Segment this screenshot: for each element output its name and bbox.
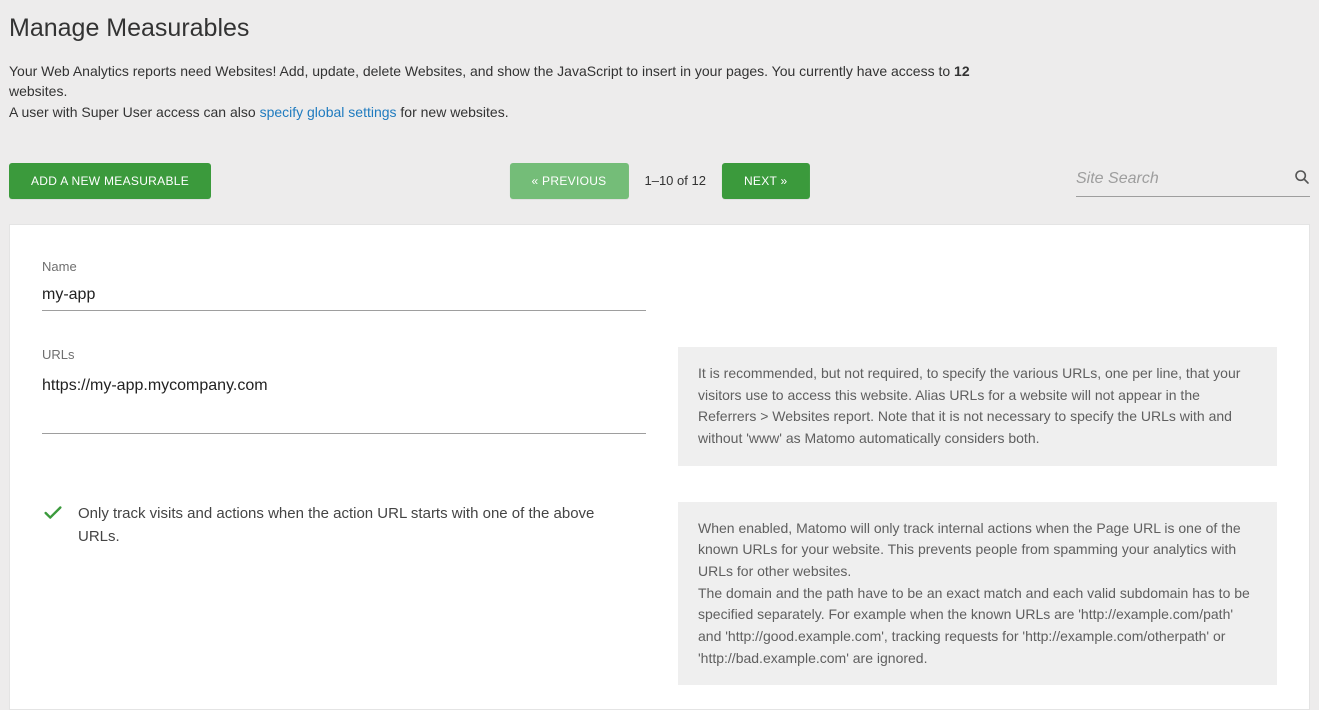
add-measurable-button[interactable]: ADD A NEW MEASURABLE <box>9 163 211 199</box>
only-track-hint: When enabled, Matomo will only track int… <box>678 502 1277 686</box>
previous-button[interactable]: « PREVIOUS <box>509 163 628 199</box>
global-settings-link[interactable]: specify global settings <box>260 104 397 120</box>
name-input[interactable] <box>42 282 646 311</box>
intro-line2-pre: A user with Super User access can also <box>9 104 260 120</box>
checkmark-icon[interactable] <box>42 502 64 529</box>
intro-text: Your Web Analytics reports need Websites… <box>9 61 1009 162</box>
name-label: Name <box>42 259 646 274</box>
urls-input[interactable] <box>42 370 646 434</box>
urls-hint: It is recommended, but not required, to … <box>678 347 1277 466</box>
only-track-label[interactable]: Only track visits and actions when the a… <box>78 502 638 549</box>
page-title: Manage Measurables <box>9 0 1310 61</box>
urls-label: URLs <box>42 347 646 362</box>
measurable-card: Name URLs It is recommended, but not req… <box>9 224 1310 710</box>
website-count: 12 <box>954 63 970 79</box>
intro-post: websites. <box>9 83 67 99</box>
intro-line2-post: for new websites. <box>397 104 509 120</box>
search-icon[interactable] <box>1294 169 1310 190</box>
pager: « PREVIOUS 1–10 of 12 NEXT » <box>509 163 809 199</box>
intro-pre: Your Web Analytics reports need Websites… <box>9 63 954 79</box>
page-position: 1–10 of 12 <box>644 173 705 188</box>
site-search[interactable] <box>1076 165 1310 197</box>
site-search-input[interactable] <box>1076 170 1284 188</box>
next-button[interactable]: NEXT » <box>722 163 810 199</box>
